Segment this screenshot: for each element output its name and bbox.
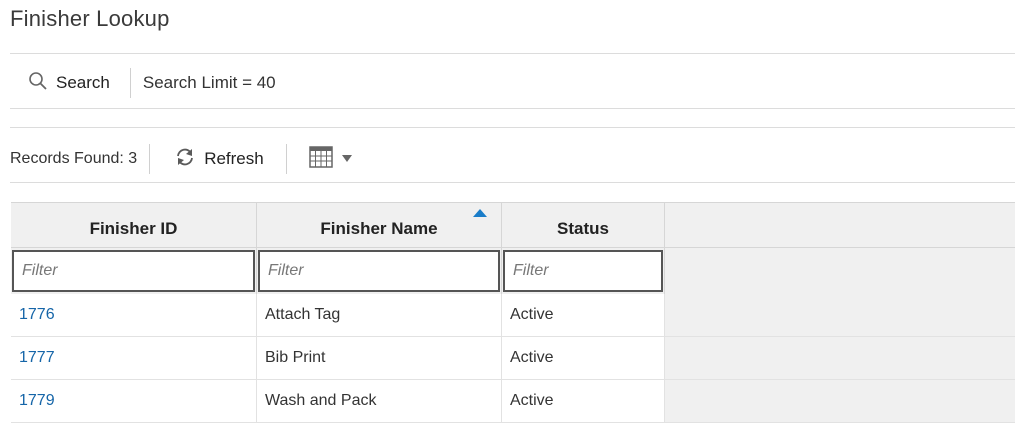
column-header-label: Finisher ID xyxy=(89,219,178,238)
search-button-label: Search xyxy=(56,73,110,92)
search-limit: Search Limit = 40 xyxy=(142,73,276,92)
filter-cell xyxy=(11,248,257,294)
finisher-name-cell: Bib Print xyxy=(257,337,502,379)
filter-filler xyxy=(665,248,1015,294)
row-filler xyxy=(665,380,1015,422)
finisher-id-link[interactable]: 1776 xyxy=(11,294,257,336)
table-row[interactable]: 1776 Attach Tag Active xyxy=(11,294,1015,337)
filter-cell xyxy=(257,248,502,294)
caret-down-icon xyxy=(341,150,353,168)
divider xyxy=(10,182,1015,183)
status-cell: Active xyxy=(502,380,665,422)
divider xyxy=(10,53,1015,54)
view-menu-button[interactable] xyxy=(287,142,363,176)
refresh-button[interactable]: Refresh xyxy=(150,142,286,176)
filter-finisher-id-input[interactable] xyxy=(12,250,255,292)
column-header-label: Status xyxy=(557,219,609,238)
status-cell: Active xyxy=(502,294,665,336)
filter-status-input[interactable] xyxy=(503,250,663,292)
finisher-id-link[interactable]: 1777 xyxy=(11,337,257,379)
finisher-name-cell: Attach Tag xyxy=(257,294,502,336)
refresh-icon xyxy=(174,147,196,172)
search-toolbar: Search Search Limit = 40 xyxy=(10,62,276,104)
sort-ascending-icon xyxy=(473,209,487,217)
table-row[interactable]: 1777 Bib Print Active xyxy=(11,337,1015,380)
filter-row xyxy=(11,248,1015,294)
column-header-finisher-name[interactable]: Finisher Name xyxy=(257,203,502,247)
finisher-table: Finisher ID Finisher Name Status 1776 At… xyxy=(11,202,1015,423)
column-header-status[interactable]: Status xyxy=(502,203,665,247)
row-filler xyxy=(665,337,1015,379)
column-header-finisher-id[interactable]: Finisher ID xyxy=(11,203,257,247)
status-cell: Active xyxy=(502,337,665,379)
divider xyxy=(10,127,1015,128)
filter-finisher-name-input[interactable] xyxy=(258,250,500,292)
header-filler xyxy=(665,203,1015,247)
table-grid-icon xyxy=(308,145,333,173)
refresh-button-label: Refresh xyxy=(204,149,264,168)
column-header-label: Finisher Name xyxy=(320,219,438,238)
divider xyxy=(10,108,1015,109)
filter-cell xyxy=(502,248,665,294)
table-header: Finisher ID Finisher Name Status xyxy=(11,202,1015,248)
records-found: Records Found: 3 xyxy=(10,150,138,167)
page-title: Finisher Lookup xyxy=(10,6,170,31)
row-filler xyxy=(665,294,1015,336)
finisher-id-link[interactable]: 1779 xyxy=(11,380,257,422)
search-icon xyxy=(28,71,48,96)
search-button[interactable]: Search xyxy=(10,66,130,100)
finisher-name-cell: Wash and Pack xyxy=(257,380,502,422)
results-toolbar: Records Found: 3 Refresh xyxy=(10,138,363,180)
